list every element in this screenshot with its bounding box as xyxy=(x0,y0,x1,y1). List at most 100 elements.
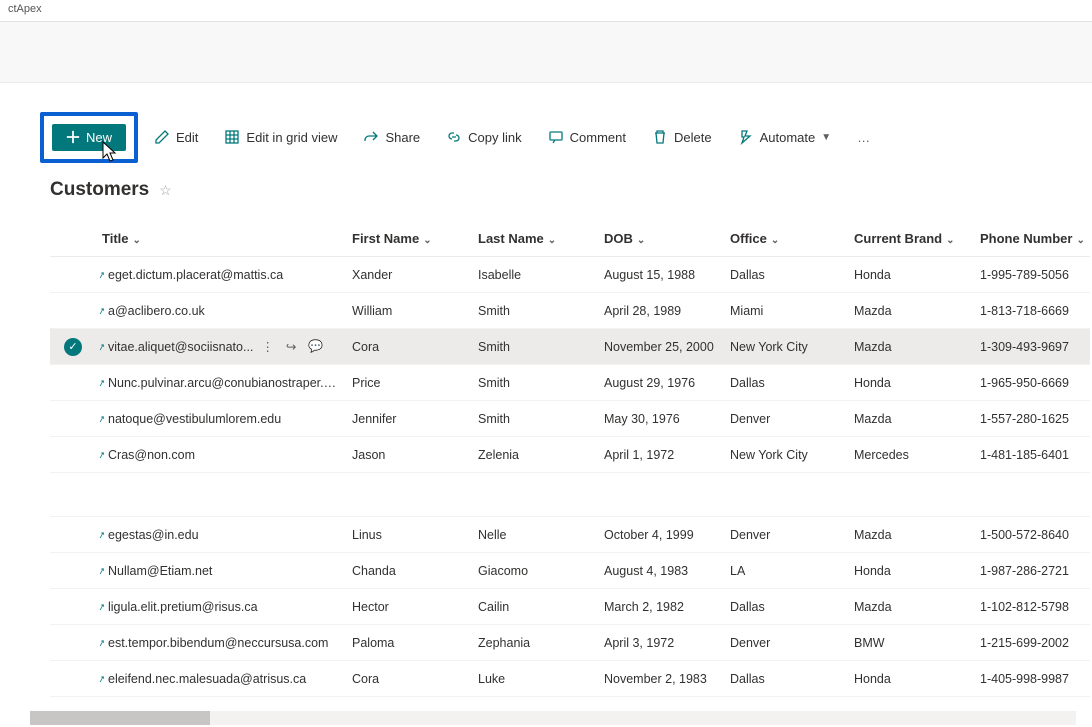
share-button[interactable]: Share xyxy=(353,123,430,151)
select-cell[interactable] xyxy=(50,661,96,697)
col-first-name[interactable]: First Name⌄ xyxy=(346,221,472,257)
dob-cell: August 29, 1976 xyxy=(598,365,724,401)
select-cell[interactable] xyxy=(50,365,96,401)
comment-button[interactable]: Comment xyxy=(538,123,636,151)
table-row[interactable]: ↗Nullam@Etiam.netChandaGiacomoAugust 4, … xyxy=(50,553,1090,589)
brand-cell: Mazda xyxy=(848,329,974,365)
first-name-cell: Linus xyxy=(346,517,472,553)
title-text: vitae.aliquet@sociisnato... xyxy=(108,340,253,354)
brand-cell: Honda xyxy=(848,365,974,401)
table-row[interactable]: ↗est.tempor.bibendum@neccursusa.comPalom… xyxy=(50,625,1090,661)
title-cell[interactable]: ↗Nullam@Etiam.net xyxy=(96,553,346,589)
col-select[interactable] xyxy=(50,221,96,257)
title-cell[interactable]: ↗a@aclibero.co.uk xyxy=(96,293,346,329)
last-name-cell: Zelenia xyxy=(472,437,598,473)
edit-label: Edit xyxy=(176,130,198,145)
title-cell[interactable]: ↗est.tempor.bibendum@neccursusa.com xyxy=(96,625,346,661)
col-phone[interactable]: Phone Number⌄ xyxy=(974,221,1090,257)
title-cell[interactable]: ↗eleifend.nec.malesuada@atrisus.ca xyxy=(96,661,346,697)
table-row[interactable]: ↗Cras@non.comJasonZeleniaApril 1, 1972Ne… xyxy=(50,437,1090,473)
row-share-icon[interactable]: ↪ xyxy=(286,339,296,354)
plus-icon xyxy=(66,130,80,144)
automate-icon xyxy=(738,129,754,145)
dob-cell: November 2, 1983 xyxy=(598,661,724,697)
link-arrow-icon: ↗ xyxy=(97,673,107,686)
title-cell[interactable]: ↗Cras@non.com xyxy=(96,437,346,473)
col-dob[interactable]: DOB⌄ xyxy=(598,221,724,257)
first-name-cell: Hector xyxy=(346,589,472,625)
grid-icon xyxy=(224,129,240,145)
table-row[interactable]: ↗Nunc.pulvinar.arcu@conubianostraper.edu… xyxy=(50,365,1090,401)
title-text: ligula.elit.pretium@risus.ca xyxy=(108,600,258,614)
office-cell: LA xyxy=(724,553,848,589)
select-cell[interactable] xyxy=(50,553,96,589)
link-arrow-icon: ↗ xyxy=(97,269,107,282)
select-cell[interactable] xyxy=(50,437,96,473)
last-name-cell: Isabelle xyxy=(472,257,598,293)
chevron-down-icon: ⌄ xyxy=(133,235,141,246)
share-label: Share xyxy=(385,130,420,145)
select-cell[interactable] xyxy=(50,517,96,553)
table-row[interactable]: ✓↗vitae.aliquet@sociisnato...⋮↪💬CoraSmit… xyxy=(50,329,1090,365)
select-cell[interactable] xyxy=(50,257,96,293)
select-cell[interactable] xyxy=(50,625,96,661)
title-cell[interactable]: ↗eget.dictum.placerat@mattis.ca xyxy=(96,257,346,293)
copy-link-label: Copy link xyxy=(468,130,521,145)
dob-cell: March 2, 1982 xyxy=(598,589,724,625)
delete-button[interactable]: Delete xyxy=(642,123,722,151)
office-cell: Denver xyxy=(724,401,848,437)
col-office[interactable]: Office⌄ xyxy=(724,221,848,257)
title-text: Nunc.pulvinar.arcu@conubianostraper.edu xyxy=(108,376,344,390)
title-cell[interactable]: ↗ligula.elit.pretium@risus.ca xyxy=(96,589,346,625)
last-name-cell: Giacomo xyxy=(472,553,598,589)
col-last-name[interactable]: Last Name⌄ xyxy=(472,221,598,257)
office-cell: Dallas xyxy=(724,589,848,625)
scrollbar-thumb[interactable] xyxy=(30,711,210,725)
more-button[interactable]: … xyxy=(847,124,880,151)
table-row[interactable]: ↗ligula.elit.pretium@risus.caHectorCaili… xyxy=(50,589,1090,625)
copy-link-button[interactable]: Copy link xyxy=(436,123,531,151)
last-name-cell: Nelle xyxy=(472,517,598,553)
title-cell[interactable]: ↗egestas@in.edu xyxy=(96,517,346,553)
select-cell[interactable] xyxy=(50,589,96,625)
edit-grid-button[interactable]: Edit in grid view xyxy=(214,123,347,151)
brand-cell: Mazda xyxy=(848,293,974,329)
link-arrow-icon: ↗ xyxy=(97,637,107,650)
table-row[interactable]: ↗egestas@in.eduLinusNelleOctober 4, 1999… xyxy=(50,517,1090,553)
browser-tab-label: ctApex xyxy=(8,3,42,15)
title-text: Nullam@Etiam.net xyxy=(108,564,212,578)
col-brand[interactable]: Current Brand⌄ xyxy=(848,221,974,257)
title-cell[interactable]: ↗natoque@vestibulumlorem.edu xyxy=(96,401,346,437)
automate-button[interactable]: Automate ▼ xyxy=(728,123,842,151)
table-row[interactable]: ↗a@aclibero.co.ukWilliamSmithApril 28, 1… xyxy=(50,293,1090,329)
edit-button[interactable]: Edit xyxy=(144,123,208,151)
table-row[interactable]: ↗eleifend.nec.malesuada@atrisus.caCoraLu… xyxy=(50,661,1090,697)
title-text: a@aclibero.co.uk xyxy=(108,304,205,318)
link-arrow-icon: ↗ xyxy=(97,341,107,354)
select-cell[interactable]: ✓ xyxy=(50,329,96,365)
favorite-star-icon[interactable]: ☆ xyxy=(159,182,172,199)
checkmark-icon[interactable]: ✓ xyxy=(64,338,82,356)
phone-cell: 1-500-572-8640 xyxy=(974,517,1090,553)
title-text: egestas@in.edu xyxy=(108,528,199,542)
title-cell[interactable]: ↗vitae.aliquet@sociisnato... ⋮ ↪ 💬 xyxy=(96,329,346,365)
table-header-row: Title⌄ First Name⌄ Last Name⌄ DOB⌄ Offic… xyxy=(50,221,1090,257)
delete-label: Delete xyxy=(674,130,712,145)
new-button[interactable]: New xyxy=(52,124,126,151)
col-title[interactable]: Title⌄ xyxy=(96,221,346,257)
link-arrow-icon: ↗ xyxy=(97,413,107,426)
link-icon xyxy=(446,129,462,145)
select-cell[interactable] xyxy=(50,401,96,437)
title-text: est.tempor.bibendum@neccursusa.com xyxy=(108,636,328,650)
table-row[interactable] xyxy=(50,473,1090,517)
row-comment-icon[interactable]: 💬 xyxy=(308,339,323,354)
horizontal-scrollbar[interactable] xyxy=(30,711,1076,725)
dob-cell: October 4, 1999 xyxy=(598,517,724,553)
row-more-icon[interactable]: ⋮ xyxy=(261,339,274,354)
first-name-cell: Jennifer xyxy=(346,401,472,437)
select-cell[interactable] xyxy=(50,293,96,329)
title-cell[interactable]: ↗Nunc.pulvinar.arcu@conubianostraper.edu xyxy=(96,365,346,401)
table-row[interactable]: ↗eget.dictum.placerat@mattis.caXanderIsa… xyxy=(50,257,1090,293)
brand-cell: Mercedes xyxy=(848,437,974,473)
table-row[interactable]: ↗natoque@vestibulumlorem.eduJenniferSmit… xyxy=(50,401,1090,437)
